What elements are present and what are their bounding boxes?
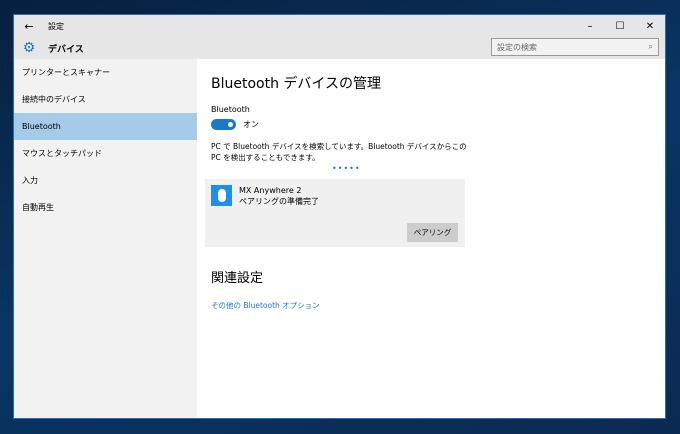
search-input[interactable]: 設定の検索 ⌕ xyxy=(491,38,659,56)
page-header: ⚙ デバイス 設定の検索 ⌕ xyxy=(14,37,665,59)
toggle-label: Bluetooth xyxy=(211,105,250,114)
page-title: デバイス xyxy=(48,44,84,55)
pair-button[interactable]: ペアリング xyxy=(407,223,458,242)
search-icon[interactable]: ⌕ xyxy=(649,42,653,52)
close-button[interactable]: ✕ xyxy=(635,21,665,32)
mouse-icon xyxy=(211,185,232,206)
sidebar-item-bluetooth[interactable]: Bluetooth xyxy=(14,113,197,140)
sidebar-item-autoplay[interactable]: 自動再生 xyxy=(14,194,197,221)
search-description: PC で Bluetooth デバイスを検索しています。Bluetooth デバ… xyxy=(211,142,467,162)
maximize-button[interactable]: ☐ xyxy=(605,21,635,32)
bluetooth-toggle[interactable]: オン xyxy=(211,119,665,130)
window-title: 設定 xyxy=(48,21,64,31)
title-bar: ← 設定 – ☐ ✕ xyxy=(14,15,665,37)
device-card[interactable]: MX Anywhere 2 ペアリングの準備完了 ペアリング xyxy=(205,179,465,247)
device-name: MX Anywhere 2 xyxy=(239,186,302,195)
back-button[interactable]: ← xyxy=(14,20,44,33)
sidebar-item-connected-devices[interactable]: 接続中のデバイス xyxy=(14,86,197,113)
more-bluetooth-options-link[interactable]: その他の Bluetooth オプション xyxy=(211,300,665,311)
search-placeholder: 設定の検索 xyxy=(497,42,537,52)
main-content: Bluetooth デバイスの管理 Bluetooth オン PC で Blue… xyxy=(197,59,665,418)
device-status: ペアリングの準備完了 xyxy=(239,197,319,206)
toggle-state: オン xyxy=(243,120,259,129)
related-settings-title: 関連設定 xyxy=(211,271,264,286)
progress-dots: ••••• xyxy=(332,164,361,173)
sidebar-item-mouse-touchpad[interactable]: マウスとタッチパッド xyxy=(14,140,197,167)
gear-icon: ⚙ xyxy=(22,40,36,56)
sidebar: プリンターとスキャナー 接続中のデバイス Bluetooth マウスとタッチパッ… xyxy=(14,59,197,418)
toggle-switch[interactable] xyxy=(211,119,236,130)
settings-window: ← 設定 – ☐ ✕ ⚙ デバイス 設定の検索 ⌕ プリンターとスキャナー 接続… xyxy=(13,14,666,419)
sidebar-item-typing[interactable]: 入力 xyxy=(14,167,197,194)
section-title: Bluetooth デバイスの管理 xyxy=(211,76,381,92)
sidebar-item-printers[interactable]: プリンターとスキャナー xyxy=(14,59,197,86)
minimize-button[interactable]: – xyxy=(575,21,605,32)
